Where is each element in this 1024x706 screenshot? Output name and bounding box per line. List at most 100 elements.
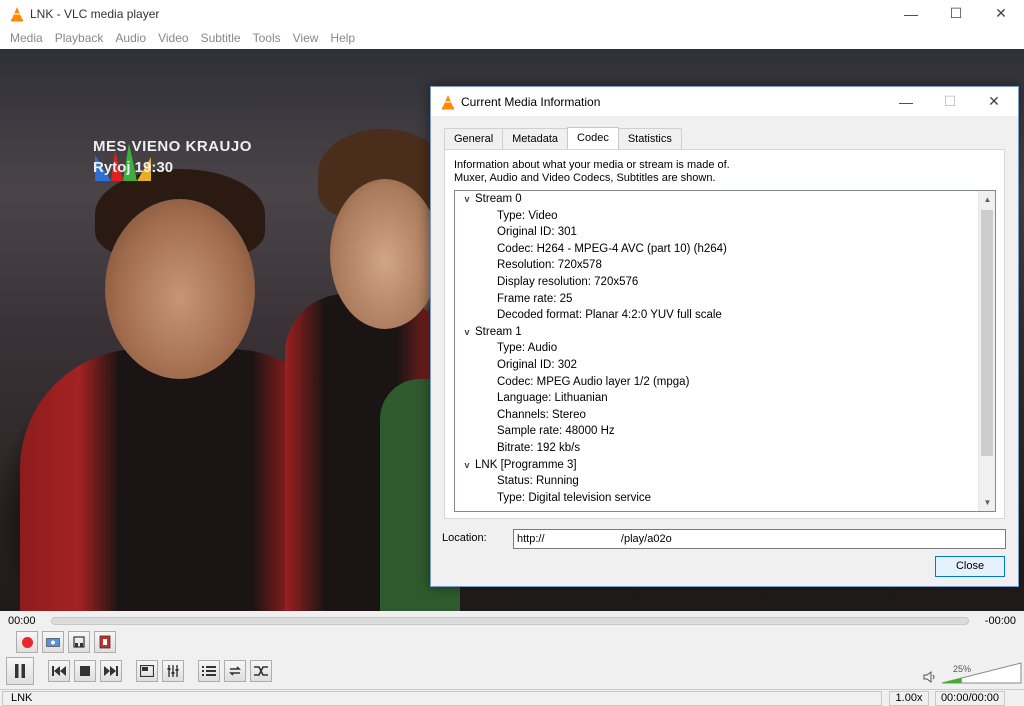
pause-button[interactable] (6, 657, 34, 685)
vlc-cone-icon (11, 6, 23, 21)
frame-step-button[interactable] (94, 631, 116, 653)
loop-ab-button[interactable] (68, 631, 90, 653)
record-icon (21, 636, 33, 648)
video-figure (105, 199, 255, 379)
volume-slider[interactable] (941, 661, 1023, 685)
close-button[interactable]: Close (935, 556, 1005, 577)
tree-scrollbar[interactable]: ▲ ▼ (978, 191, 995, 511)
menu-media[interactable]: Media (4, 31, 49, 45)
tab-general[interactable]: General (444, 128, 504, 149)
dialog-minimize-button[interactable]: — (884, 87, 928, 116)
tree-leaf[interactable]: Original ID: 302 (455, 357, 995, 374)
tree-leaf[interactable]: Status: Running (455, 473, 995, 490)
dialog-title: Current Media Information (461, 94, 601, 109)
next-button[interactable] (100, 660, 122, 682)
playback-speed[interactable]: 1.00x (889, 691, 929, 706)
shuffle-button[interactable] (250, 660, 272, 682)
tree-node-label: LNK [Programme 3] (475, 458, 577, 471)
tab-bar: General Metadata Codec Statistics (444, 127, 682, 149)
tree-leaf[interactable]: Type: Video (455, 208, 995, 225)
stop-button[interactable] (74, 660, 96, 682)
tab-statistics[interactable]: Statistics (617, 128, 682, 149)
window-title: LNK - VLC media player (30, 6, 160, 21)
extended-settings-button[interactable] (162, 660, 184, 682)
osd-text: Rytoj 19:30 (93, 159, 174, 176)
maximize-button[interactable]: ☐ (933, 0, 979, 27)
chevron-down-icon[interactable]: v (455, 191, 475, 208)
menu-playback[interactable]: Playback (49, 31, 110, 45)
tree-leaf[interactable]: Type: Audio (455, 340, 995, 357)
chevron-down-icon[interactable]: v (455, 324, 475, 341)
playlist-icon (202, 666, 216, 676)
tree-leaf[interactable]: Display resolution: 720x576 (455, 274, 995, 291)
tree-leaf[interactable]: Type: Digital television service (455, 490, 995, 507)
tree-leaf[interactable]: Codec: H264 - MPEG-4 AVC (part 10) (h264… (455, 241, 995, 258)
tree-leaf[interactable]: Language: Lithuanian (455, 390, 995, 407)
frame-step-icon (99, 635, 111, 649)
scroll-up-icon[interactable]: ▲ (979, 191, 995, 208)
description-line: Information about what your media or str… (454, 159, 730, 171)
shuffle-icon (254, 666, 268, 676)
vlc-cone-icon (442, 94, 454, 109)
previous-button[interactable] (48, 660, 70, 682)
remaining-time[interactable]: -00:00 (985, 615, 1016, 627)
scrollbar-thumb[interactable] (981, 210, 993, 456)
tree-leaf[interactable]: Codec: MPEG Audio layer 1/2 (mpga) (455, 374, 995, 391)
codec-panel: Information about what your media or str… (444, 149, 1005, 519)
snapshot-button[interactable] (42, 631, 64, 653)
menu-subtitle[interactable]: Subtitle (195, 31, 247, 45)
media-info-dialog: Current Media Information — ☐ ✕ General … (430, 86, 1019, 587)
tree-leaf[interactable]: Decoded format: Planar 4:2:0 YUV full sc… (455, 307, 995, 324)
location-label: Location: (442, 532, 487, 544)
description-line: Muxer, Audio and Video Codecs, Subtitles… (454, 172, 716, 184)
previous-icon (52, 666, 66, 676)
stop-icon (80, 666, 90, 676)
location-field[interactable]: http:// /play/a02o (513, 529, 1006, 549)
elapsed-time: 00:00 (8, 615, 36, 627)
camera-icon (46, 638, 60, 647)
fullscreen-icon (140, 665, 154, 677)
tree-node[interactable]: v Stream 1 (455, 324, 995, 341)
menu-video[interactable]: Video (152, 31, 194, 45)
fullscreen-button[interactable] (136, 660, 158, 682)
loop-icon (229, 666, 241, 676)
tree-node-label: Stream 1 (475, 325, 522, 338)
tree-leaf[interactable]: Frame rate: 25 (455, 291, 995, 308)
chevron-down-icon[interactable]: v (455, 457, 475, 474)
status-media-name: LNK (2, 691, 882, 706)
menu-bar: Media Playback Audio Video Subtitle Tool… (0, 27, 1024, 49)
close-window-button[interactable]: ✕ (978, 0, 1024, 27)
record-button[interactable] (16, 631, 38, 653)
tree-leaf[interactable]: Channels: Stereo (455, 407, 995, 424)
menu-tools[interactable]: Tools (247, 31, 287, 45)
tree-leaf[interactable]: Original ID: 301 (455, 224, 995, 241)
tree-leaf[interactable]: Resolution: 720x578 (455, 257, 995, 274)
equalizer-icon (167, 665, 179, 677)
minimize-button[interactable]: — (888, 0, 934, 27)
playlist-button[interactable] (198, 660, 220, 682)
time-display[interactable]: 00:00/00:00 (935, 691, 1005, 706)
dialog-maximize-button: ☐ (943, 93, 957, 109)
loop-ab-icon (73, 636, 85, 648)
tree-rows: v Stream 0 Type: Video Original ID: 301 Code… (455, 191, 995, 506)
video-figure (330, 179, 440, 329)
pause-icon (15, 664, 25, 678)
menu-audio[interactable]: Audio (109, 31, 152, 45)
tree-leaf[interactable]: Bitrate: 192 kb/s (455, 440, 995, 457)
menu-help[interactable]: Help (324, 31, 361, 45)
tree-node[interactable]: v LNK [Programme 3] (455, 457, 995, 474)
codec-tree[interactable]: v Stream 0 Type: Video Original ID: 301 Code… (454, 190, 996, 512)
seek-bar[interactable] (51, 617, 969, 625)
codec-description: Information about what your media or str… (454, 159, 730, 185)
tree-leaf[interactable]: Sample rate: 48000 Hz (455, 423, 995, 440)
scroll-down-icon[interactable]: ▼ (979, 494, 995, 511)
status-bar: LNK 1.00x 00:00/00:00 (0, 689, 1024, 706)
menu-view[interactable]: View (287, 31, 325, 45)
title-bar: LNK - VLC media player (0, 0, 1024, 27)
tab-codec[interactable]: Codec (567, 127, 619, 149)
dialog-close-button[interactable]: ✕ (972, 87, 1016, 116)
tab-metadata[interactable]: Metadata (502, 128, 569, 149)
tree-node[interactable]: v Stream 0 (455, 191, 995, 208)
speaker-icon[interactable] (923, 670, 937, 684)
loop-button[interactable] (224, 660, 246, 682)
